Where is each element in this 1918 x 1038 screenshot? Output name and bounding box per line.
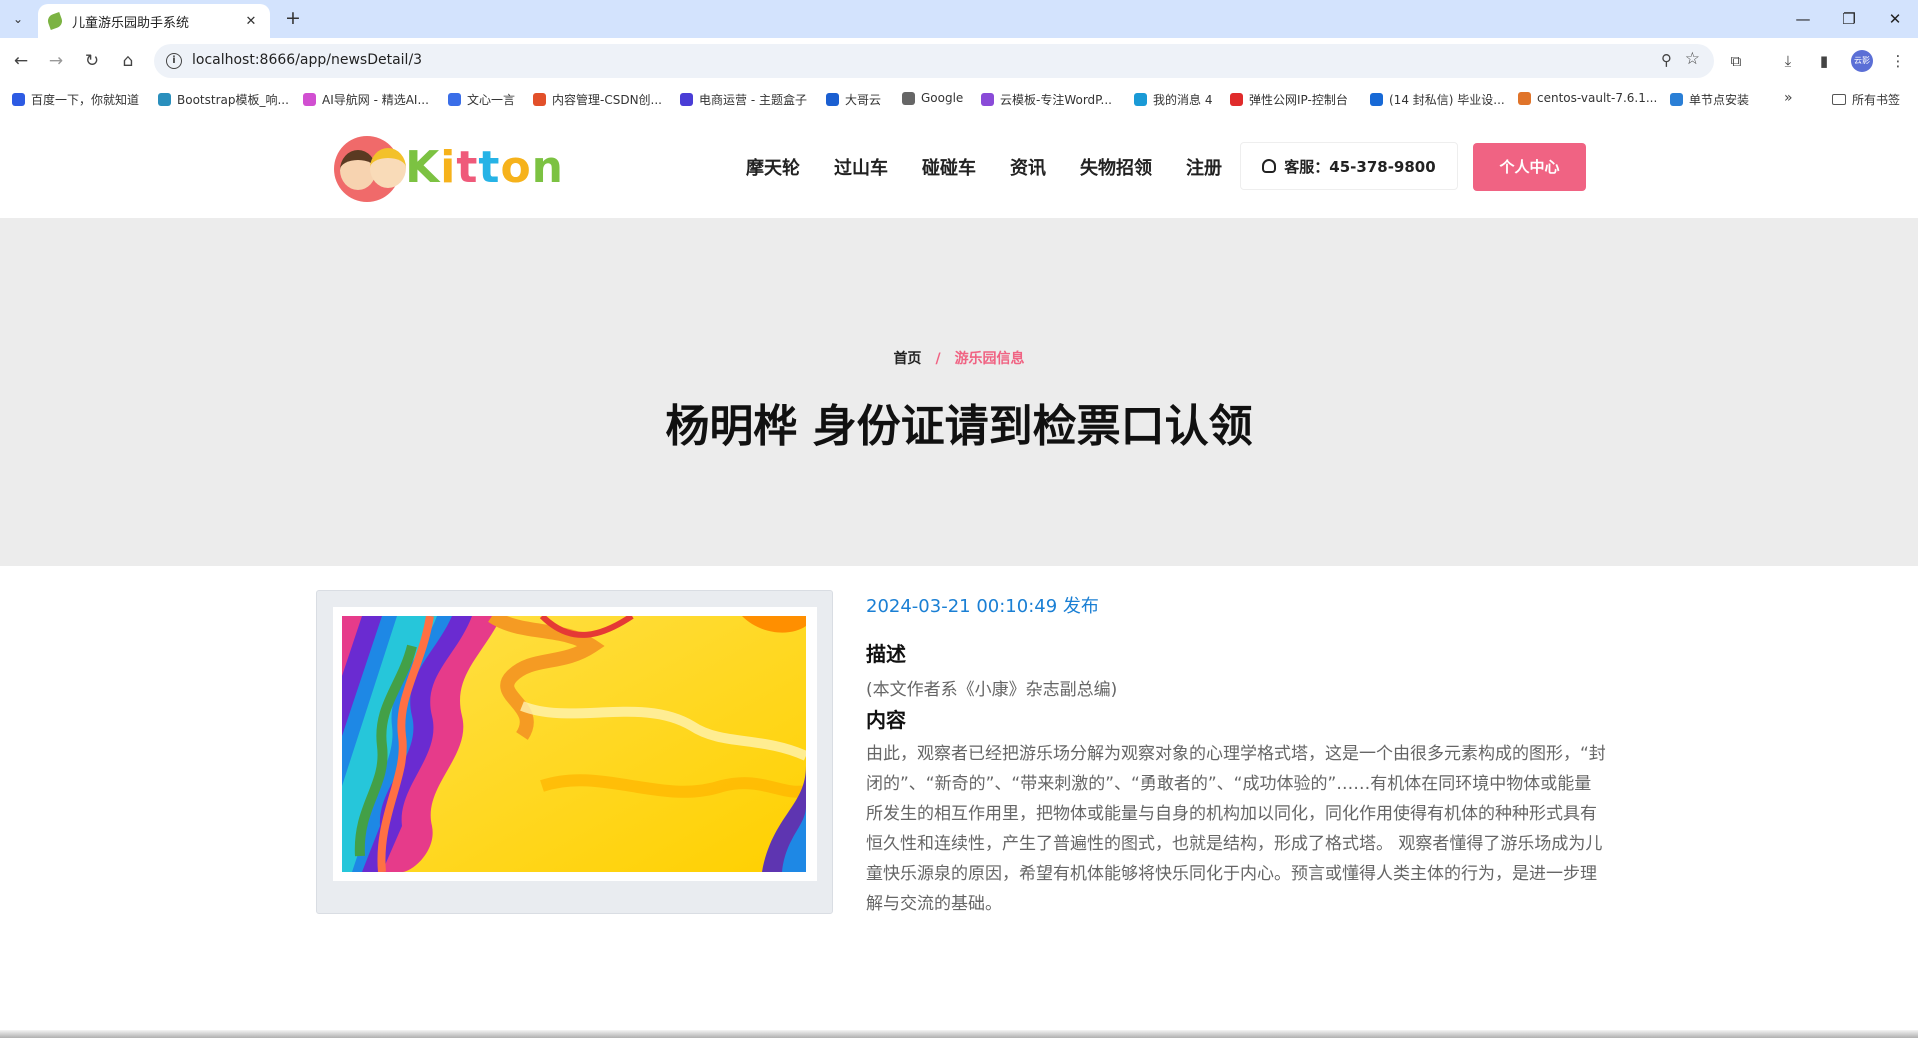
url-text[interactable]: localhost:8666/app/newsDetail/3 [192,52,422,68]
profile-avatar[interactable]: 云影 [1851,50,1873,72]
address-bar[interactable]: i localhost:8666/app/newsDetail/3 ⚲ ☆ [154,44,1714,78]
site-info-icon[interactable]: i [166,53,182,69]
bookmark-item[interactable]: Google [902,91,963,105]
zoom-icon[interactable]: ⚲ [1661,51,1672,69]
browser-tab[interactable]: 儿童游乐园助手系统 ✕ [38,4,270,38]
publish-date: 2024-03-21 00:10:49 发布 [866,596,1099,617]
bookmark-item[interactable]: Bootstrap模板_响... [158,91,289,108]
browser-tab-strip: ⌄ 儿童游乐园助手系统 ✕ + — ❐ ✕ [0,0,1918,38]
bookmark-item[interactable]: 百度一下，你就知道 [12,91,139,108]
nav-ferris-wheel[interactable]: 摩天轮 [746,154,800,180]
breadcrumb-home[interactable]: 首页 [893,351,921,367]
nav-bumper-cars[interactable]: 碰碰车 [922,154,976,180]
minimize-icon[interactable]: — [1786,6,1820,32]
bookmark-item[interactable]: 内容管理-CSDN创... [533,91,662,108]
new-tab-icon[interactable]: + [282,8,304,30]
bookmark-favicon-icon [902,91,915,105]
tab-search-icon[interactable]: ⌄ [6,7,30,31]
bookmark-favicon-icon [680,93,693,106]
description-heading: 描述 [866,642,906,666]
kids-logo-icon [334,132,406,202]
bookmark-star-icon[interactable]: ☆ [1685,49,1700,69]
nav-register[interactable]: 注册 [1186,154,1222,180]
nav-lost-and-found[interactable]: 失物招领 [1080,154,1152,180]
bookmark-item[interactable]: 电商运营 - 主题盒子 [680,91,807,108]
article-detail: 2024-03-21 00:10:49 发布 描述 (本文作者系《小康》杂志副总… [866,592,1606,919]
bookmark-favicon-icon [448,93,461,106]
fluid-art-image [342,616,806,872]
close-window-icon[interactable]: ✕ [1878,6,1912,32]
site-header: Kitton 摩天轮 过山车 碰碰车 资讯 失物招领 注册 客服：45-378-… [0,114,1918,218]
reload-icon[interactable]: ↻ [80,49,104,73]
bookmark-item[interactable]: 大哥云 [826,91,881,108]
leaf-favicon-icon [46,12,64,30]
bookmarks-bar: 百度一下，你就知道 Bootstrap模板_响... AI导航网 - 精选AI.… [0,84,1918,114]
bookmark-item[interactable]: 我的消息 4 [1134,91,1212,108]
close-tab-icon[interactable]: ✕ [242,14,260,29]
hotline-button[interactable]: 客服：45-378-9800 [1240,142,1458,190]
side-panel-icon[interactable]: ▮ [1812,49,1836,73]
user-center-button[interactable]: 个人中心 [1473,143,1586,191]
download-icon[interactable]: ⤓ [1776,49,1800,73]
back-icon[interactable]: ← [9,49,33,73]
main-nav: 摩天轮 过山车 碰碰车 资讯 失物招领 注册 [746,154,1256,180]
bookmark-favicon-icon [12,93,25,106]
breadcrumb-current: 游乐园信息 [954,351,1025,367]
site-logo[interactable]: Kitton [334,132,564,202]
bookmark-item[interactable]: 弹性公网IP-控制台 [1230,91,1348,108]
content-text: 由此，观察者已经把游乐场分解为观察对象的心理学格式塔，这是一个由很多元素构成的图… [866,744,1606,914]
bookmark-favicon-icon [303,93,316,106]
folder-icon [1832,94,1846,105]
bookmark-favicon-icon [1518,91,1531,105]
logo-wordmark: Kitton [405,141,564,193]
breadcrumb-separator: / [935,351,941,367]
extensions-icon[interactable]: ⧉ [1724,49,1748,73]
page-bottom-edge [0,1030,1918,1038]
forward-icon[interactable]: → [44,49,68,73]
bookmark-favicon-icon [981,93,994,106]
article-image-card [316,590,833,914]
menu-dots-icon[interactable]: ⋮ [1886,49,1910,73]
browser-toolbar: ← → ↻ ⌂ i localhost:8666/app/newsDetail/… [0,38,1918,84]
description-text: (本文作者系《小康》杂志副总编) [866,680,1118,700]
bookmark-favicon-icon [1134,93,1147,106]
bookmark-favicon-icon [158,93,171,106]
headset-icon [1262,159,1277,173]
article-image [333,607,817,881]
bookmark-item[interactable]: (14 封私信) 毕业设... [1370,91,1505,108]
restore-icon[interactable]: ❐ [1832,6,1866,32]
hotline-text: 客服：45-378-9800 [1284,157,1436,176]
bookmark-favicon-icon [533,93,546,106]
bookmark-item[interactable]: 单节点安装 [1670,91,1749,108]
page-banner: 首页 / 游乐园信息 杨明桦 身份证请到检票口认领 [0,218,1918,566]
bookmark-item[interactable]: 云模板-专注WordP... [981,91,1112,108]
nav-news[interactable]: 资讯 [1010,154,1046,180]
content-heading: 内容 [866,708,906,732]
bookmark-item[interactable]: centos-vault-7.6.1... [1518,91,1657,105]
bookmark-favicon-icon [1230,93,1243,106]
breadcrumb: 首页 / 游乐园信息 [0,348,1918,368]
bookmark-favicon-icon [826,93,839,106]
web-page: Kitton 摩天轮 过山车 碰碰车 资讯 失物招领 注册 客服：45-378-… [0,114,1918,1038]
bookmark-favicon-icon [1670,93,1683,106]
more-bookmarks-icon[interactable]: » [1784,90,1793,106]
home-icon[interactable]: ⌂ [116,49,140,73]
bookmark-item[interactable]: 文心一言 [448,91,515,108]
tab-title: 儿童游乐园助手系统 [72,15,190,31]
all-bookmarks-folder[interactable]: 所有书签 [1832,91,1900,108]
bookmark-favicon-icon [1370,93,1383,106]
nav-roller-coaster[interactable]: 过山车 [834,154,888,180]
article-section: 2024-03-21 00:10:49 发布 描述 (本文作者系《小康》杂志副总… [0,566,1918,1038]
page-title: 杨明桦 身份证请到检票口认领 [665,401,1253,452]
bookmark-item[interactable]: AI导航网 - 精选AI... [303,91,429,108]
